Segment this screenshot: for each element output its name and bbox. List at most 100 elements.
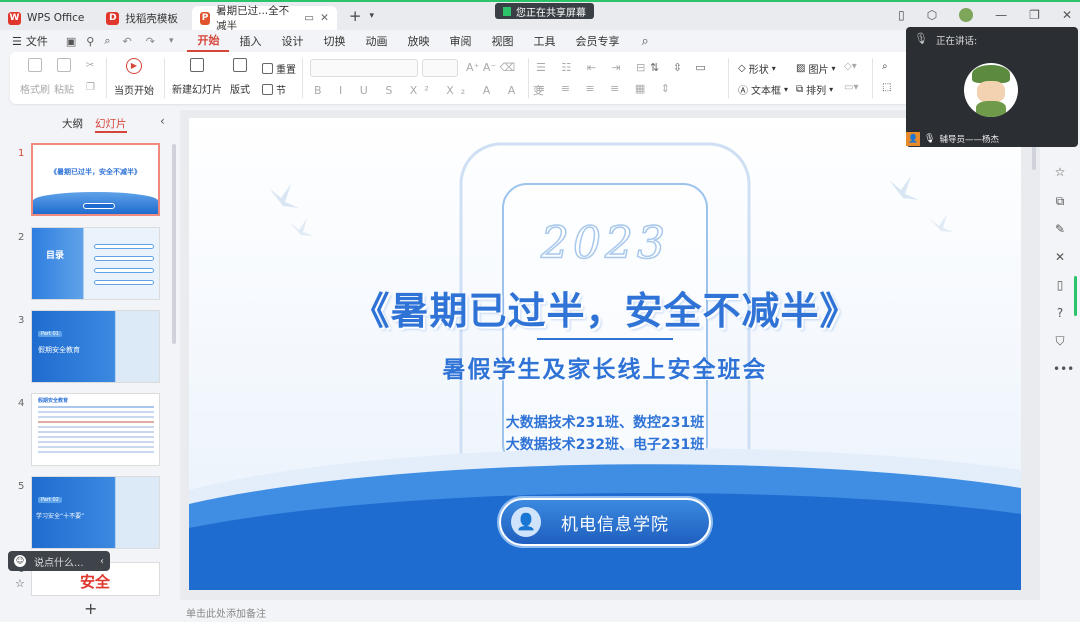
menu-tab-insert[interactable]: 插入 [229,30,271,52]
user-avatar[interactable] [959,8,974,22]
section-button[interactable]: 节 [262,82,286,97]
outline-button[interactable]: ▭▾ [844,82,858,93]
paste-button[interactable]: 粘贴 [54,58,74,96]
ribbon-toolbar: 格式刷 粘贴 ✂ ❐ ▶ 当页开始 新建幻灯片 版式 重置 节 A⁺ A⁻ ⌫ … [10,52,1040,104]
thumbnail-item [94,256,154,261]
year-text: 2023 [540,217,669,270]
slide-thumbnail-1[interactable]: 《暑期已过半，安全不减半》 [31,143,160,216]
font-size-select[interactable] [422,59,458,77]
menu-tab-member[interactable]: 会员专享 [565,30,629,52]
copy-button[interactable]: ❐ [86,82,95,93]
find-button[interactable]: ⌕ [882,61,888,72]
share-link-icon[interactable]: ⚲ [86,35,94,48]
menu-tab-design[interactable]: 设计 [271,30,313,52]
collapse-icon[interactable]: ‹ [100,556,104,567]
speaker-avatar [964,63,1018,117]
new-slide-button[interactable]: 新建幻灯片 [172,58,222,96]
menu-tab-transition[interactable]: 切换 [313,30,355,52]
template-logo-icon: D [106,11,120,25]
font-family-select[interactable] [310,59,418,77]
hamburger-icon: ☰ [12,34,22,48]
search-doc-icon[interactable]: ⌕ [104,34,110,48]
save-icon[interactable]: ▣ [66,35,76,48]
chevron-down-icon: ▾ [829,85,834,94]
more-chevron-icon[interactable]: ▾ [169,36,174,46]
screen-share-indicator[interactable]: 您正在共享屏幕 [495,3,594,19]
undo-icon[interactable]: ↶ [123,35,132,48]
panel-scrollbar[interactable] [172,144,176,344]
star-icon[interactable]: ☆ [1053,165,1067,179]
text-direction-controls[interactable]: ⇅ ⇳ ▭ [650,61,711,74]
shirt-icon[interactable]: ⛉ [1053,334,1067,348]
shape-button[interactable]: ◇ 形状 ▾ [738,61,776,76]
close-icon[interactable]: ✕ [320,12,329,24]
star-icon[interactable]: ☆ [15,577,25,590]
textbox-button[interactable]: Ⓐ 文本框 ▾ [738,82,788,97]
slide-number: 3 [18,315,25,326]
search-icon[interactable]: ⌕ [641,34,648,49]
slide-thumbnail-2[interactable]: 目录 [31,227,160,300]
tab-document[interactable]: P 暑期已过...全不减半 ▭ ✕ [191,5,337,32]
menu-tab-view[interactable]: 视图 [481,30,523,52]
tools-icon[interactable]: ✕ [1053,250,1067,264]
reset-icon [262,63,273,74]
restore-icon[interactable]: ❐ [1029,8,1040,22]
cut-button[interactable]: ✂ [86,60,94,71]
select-button[interactable]: ⬚ [882,82,891,93]
thumbnail-item [94,280,154,285]
share-status-text: 您正在共享屏幕 [516,7,586,19]
slide-number: 1 [18,148,25,159]
menu-tab-review[interactable]: 审阅 [439,30,481,52]
menu-tab-start[interactable]: 开始 [187,30,230,52]
menu-tab-animation[interactable]: 动画 [355,30,397,52]
notes-area[interactable]: 单击此处添加备注 [180,600,1040,622]
emoji-icon[interactable]: ☺ [14,555,26,567]
tab-wps-office[interactable]: W WPS Office [0,6,92,30]
chevron-down-icon: ▾ [771,64,776,73]
slide-thumbnail-5[interactable]: Part 02 学习安全“十不要” [31,476,160,549]
screen-icon[interactable]: ▭ [304,12,314,24]
collapse-panel-icon[interactable]: ‹ [160,114,165,128]
play-from-current-button[interactable]: ▶ 当页开始 [114,58,154,97]
play-icon: ▶ [126,58,142,74]
file-menu[interactable]: ☰ 文件 [0,30,58,52]
slide-thumbnail-3[interactable]: Part 01 假期安全教育 [31,310,160,383]
close-window-icon[interactable]: ✕ [1062,8,1072,22]
minimize-icon[interactable]: — [995,8,1007,22]
copy-style-icon[interactable]: ⧉ [1053,194,1067,208]
redo-icon[interactable]: ↷ [146,35,155,48]
user-icon: 👤 [511,507,541,537]
menu-tab-slideshow[interactable]: 放映 [397,30,439,52]
alignment-controls[interactable]: ≡ ≡ ≡ ≡ ▦ ⇕ [536,82,676,95]
brush-icon[interactable]: ✎ [1053,222,1067,236]
tab-slides[interactable]: 幻灯片 [95,116,127,133]
menu-tabs: 开始 插入 设计 切换 动画 放映 审阅 视图 工具 会员专享 [187,30,629,52]
fill-button[interactable]: ◇▾ [844,61,857,72]
slide-thumbnail-4[interactable]: 假期安全教育 [31,393,160,466]
paragraph-controls[interactable]: ☰ ☷ ⇤ ⇥ ⊟ [536,61,651,74]
comment-input[interactable]: ☺ 说点什么... ‹ [8,551,110,571]
slide-navigator: 大纲 幻灯片 ‹ 1 《暑期已过半，安全不减半》 2 目录 3 Part 01 … [0,110,180,622]
tab-template[interactable]: D 找稻壳模板 [98,6,186,30]
help-icon[interactable]: ? [1053,306,1067,320]
book-icon[interactable]: ▯ [1053,278,1067,292]
layout-icon[interactable]: ▯ [898,8,905,22]
cube-icon[interactable]: ⬡ [927,8,937,22]
menu-tab-tools[interactable]: 工具 [523,30,565,52]
section-icon [262,84,273,95]
font-size-controls[interactable]: A⁺ A⁻ ⌫ [466,61,515,74]
arrange-button[interactable]: ⧉ 排列 ▾ [796,82,833,97]
image-button[interactable]: ▨ 图片 ▾ [796,61,835,76]
font-style-buttons[interactable]: B I U S X² X₂ A A 变 [314,82,551,98]
new-tab-icon[interactable]: + [349,7,362,25]
divider [872,58,873,98]
current-slide[interactable]: 2023 《暑期已过半，安全不减半》 暑假学生及家长线上安全班会 大数据技术23… [189,118,1021,590]
format-painter-button[interactable]: 格式刷 [20,58,50,96]
layout-button[interactable]: 版式 [230,58,250,96]
reset-button[interactable]: 重置 [262,61,296,76]
tab-outline[interactable]: 大纲 [62,116,83,133]
thumbnail-title: 目录 [46,251,65,261]
more-icon[interactable]: ••• [1053,362,1074,376]
chevron-down-icon[interactable]: ▾ [369,11,374,21]
add-slide-icon[interactable]: + [84,599,97,618]
